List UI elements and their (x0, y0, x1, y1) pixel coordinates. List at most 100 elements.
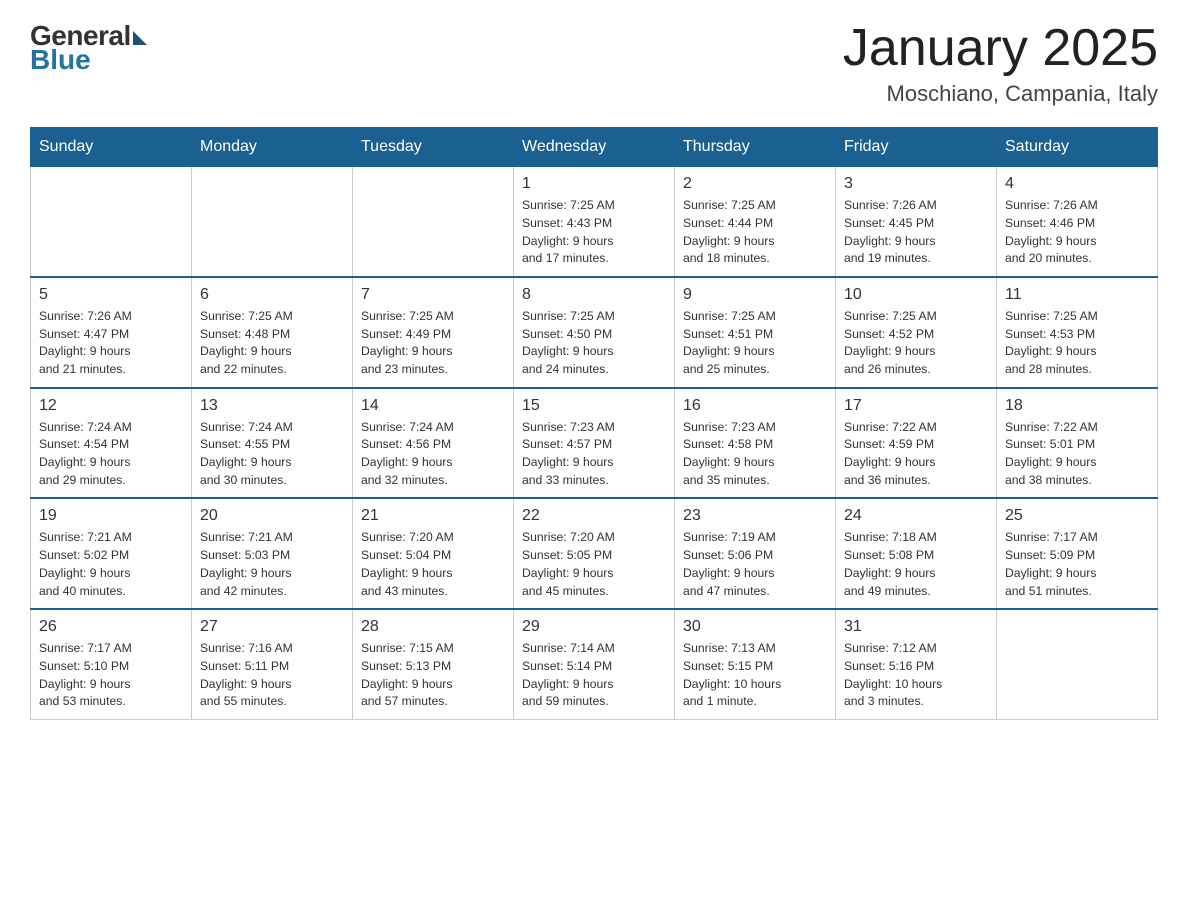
day-number: 28 (361, 618, 505, 636)
calendar-cell: 31 Sunrise: 7:12 AM Sunset: 5:16 PM Dayli… (836, 609, 997, 719)
logo: General Blue (30, 20, 147, 76)
header-sunday: Sunday (31, 128, 192, 167)
day-number: 15 (522, 397, 666, 415)
day-info: Sunrise: 7:17 AM Sunset: 5:10 PM Dayligh… (39, 640, 183, 711)
calendar-cell: 26Sunrise: 7:17 AM Sunset: 5:10 PM Dayli… (31, 609, 192, 719)
header-thursday: Thursday (675, 128, 836, 167)
calendar-cell: 9Sunrise: 7:25 AM Sunset: 4:51 PM Daylig… (675, 277, 836, 388)
day-number: 8 (522, 286, 666, 304)
logo-blue-text: Blue (30, 44, 91, 76)
day-info: Sunrise: 7:22 AM Sunset: 4:59 PM Dayligh… (844, 419, 988, 490)
day-info: Sunrise: 7:18 AM Sunset: 5:08 PM Dayligh… (844, 529, 988, 600)
calendar-cell: 20Sunrise: 7:21 AM Sunset: 5:03 PM Dayli… (192, 498, 353, 609)
day-info: Sunrise: 7:24 AM Sunset: 4:54 PM Dayligh… (39, 419, 183, 490)
day-info: Sunrise: 7:19 AM Sunset: 5:06 PM Dayligh… (683, 529, 827, 600)
day-info: Sunrise: 7:25 AM Sunset: 4:49 PM Dayligh… (361, 308, 505, 379)
calendar-cell: 30 Sunrise: 7:13 AM Sunset: 5:15 PM Dayli… (675, 609, 836, 719)
day-info: Sunrise: 7:21 AM Sunset: 5:02 PM Dayligh… (39, 529, 183, 600)
day-number: 23 (683, 507, 827, 525)
logo-arrow-icon (133, 31, 147, 45)
calendar-cell: 27 Sunrise: 7:16 AM Sunset: 5:11 PM Dayli… (192, 609, 353, 719)
day-info: Sunrise: 7:23 AM Sunset: 4:57 PM Dayligh… (522, 419, 666, 490)
day-number: 6 (200, 286, 344, 304)
day-number: 16 (683, 397, 827, 415)
calendar-week-row: 12 Sunrise: 7:24 AM Sunset: 4:54 PM Dayli… (31, 388, 1158, 499)
calendar-cell: 1 Sunrise: 7:25 AM Sunset: 4:43 PM Daylig… (514, 167, 675, 277)
day-info: Sunrise: 7:25 AM Sunset: 4:51 PM Dayligh… (683, 308, 827, 379)
calendar-cell (192, 167, 353, 277)
day-number: 10 (844, 286, 988, 304)
calendar-cell (31, 167, 192, 277)
calendar-cell: 17 Sunrise: 7:22 AM Sunset: 4:59 PM Dayli… (836, 388, 997, 499)
calendar-week-row: 5 Sunrise: 7:26 AM Sunset: 4:47 PM Daylig… (31, 277, 1158, 388)
header-friday: Friday (836, 128, 997, 167)
day-info: Sunrise: 7:25 AM Sunset: 4:53 PM Dayligh… (1005, 308, 1149, 379)
header-tuesday: Tuesday (353, 128, 514, 167)
day-info: Sunrise: 7:25 AM Sunset: 4:43 PM Dayligh… (522, 197, 666, 268)
day-number: 27 (200, 618, 344, 636)
calendar-cell: 2 Sunrise: 7:25 AM Sunset: 4:44 PM Daylig… (675, 167, 836, 277)
calendar-cell: 18Sunrise: 7:22 AM Sunset: 5:01 PM Dayli… (997, 388, 1158, 499)
day-number: 2 (683, 175, 827, 193)
calendar-cell: 19 Sunrise: 7:21 AM Sunset: 5:02 PM Dayli… (31, 498, 192, 609)
calendar-week-row: 19 Sunrise: 7:21 AM Sunset: 5:02 PM Dayli… (31, 498, 1158, 609)
calendar-cell: 5 Sunrise: 7:26 AM Sunset: 4:47 PM Daylig… (31, 277, 192, 388)
day-info: Sunrise: 7:26 AM Sunset: 4:46 PM Dayligh… (1005, 197, 1149, 268)
day-info: Sunrise: 7:26 AM Sunset: 4:45 PM Dayligh… (844, 197, 988, 268)
calendar-cell (353, 167, 514, 277)
calendar-header-row: SundayMondayTuesdayWednesdayThursdayFrid… (31, 128, 1158, 167)
day-number: 31 (844, 618, 988, 636)
day-number: 12 (39, 397, 183, 415)
calendar-cell (997, 609, 1158, 719)
day-info: Sunrise: 7:26 AM Sunset: 4:47 PM Dayligh… (39, 308, 183, 379)
header-monday: Monday (192, 128, 353, 167)
calendar-cell: 25Sunrise: 7:17 AM Sunset: 5:09 PM Dayli… (997, 498, 1158, 609)
calendar-cell: 13Sunrise: 7:24 AM Sunset: 4:55 PM Dayli… (192, 388, 353, 499)
calendar-cell: 21Sunrise: 7:20 AM Sunset: 5:04 PM Dayli… (353, 498, 514, 609)
calendar-cell: 12 Sunrise: 7:24 AM Sunset: 4:54 PM Dayli… (31, 388, 192, 499)
day-number: 21 (361, 507, 505, 525)
calendar-cell: 16 Sunrise: 7:23 AM Sunset: 4:58 PM Dayli… (675, 388, 836, 499)
day-number: 17 (844, 397, 988, 415)
day-info: Sunrise: 7:13 AM Sunset: 5:15 PM Dayligh… (683, 640, 827, 711)
day-number: 5 (39, 286, 183, 304)
month-title: January 2025 (843, 20, 1158, 77)
day-number: 19 (39, 507, 183, 525)
calendar-week-row: 26Sunrise: 7:17 AM Sunset: 5:10 PM Dayli… (31, 609, 1158, 719)
calendar-cell: 6 Sunrise: 7:25 AM Sunset: 4:48 PM Daylig… (192, 277, 353, 388)
day-info: Sunrise: 7:25 AM Sunset: 4:44 PM Dayligh… (683, 197, 827, 268)
calendar-cell: 7Sunrise: 7:25 AM Sunset: 4:49 PM Daylig… (353, 277, 514, 388)
calendar-cell: 3 Sunrise: 7:26 AM Sunset: 4:45 PM Daylig… (836, 167, 997, 277)
day-number: 14 (361, 397, 505, 415)
day-info: Sunrise: 7:25 AM Sunset: 4:50 PM Dayligh… (522, 308, 666, 379)
calendar-cell: 10 Sunrise: 7:25 AM Sunset: 4:52 PM Dayli… (836, 277, 997, 388)
day-info: Sunrise: 7:25 AM Sunset: 4:48 PM Dayligh… (200, 308, 344, 379)
day-number: 29 (522, 618, 666, 636)
calendar-cell: 8 Sunrise: 7:25 AM Sunset: 4:50 PM Daylig… (514, 277, 675, 388)
day-info: Sunrise: 7:24 AM Sunset: 4:55 PM Dayligh… (200, 419, 344, 490)
calendar-cell: 15 Sunrise: 7:23 AM Sunset: 4:57 PM Dayli… (514, 388, 675, 499)
day-number: 3 (844, 175, 988, 193)
calendar-cell: 11 Sunrise: 7:25 AM Sunset: 4:53 PM Dayli… (997, 277, 1158, 388)
day-info: Sunrise: 7:23 AM Sunset: 4:58 PM Dayligh… (683, 419, 827, 490)
header-saturday: Saturday (997, 128, 1158, 167)
day-info: Sunrise: 7:16 AM Sunset: 5:11 PM Dayligh… (200, 640, 344, 711)
day-number: 24 (844, 507, 988, 525)
day-info: Sunrise: 7:24 AM Sunset: 4:56 PM Dayligh… (361, 419, 505, 490)
calendar-cell: 23 Sunrise: 7:19 AM Sunset: 5:06 PM Dayli… (675, 498, 836, 609)
calendar-cell: 24 Sunrise: 7:18 AM Sunset: 5:08 PM Dayli… (836, 498, 997, 609)
calendar-week-row: 1 Sunrise: 7:25 AM Sunset: 4:43 PM Daylig… (31, 167, 1158, 277)
calendar-cell: 4Sunrise: 7:26 AM Sunset: 4:46 PM Daylig… (997, 167, 1158, 277)
day-number: 22 (522, 507, 666, 525)
day-number: 18 (1005, 397, 1149, 415)
header-wednesday: Wednesday (514, 128, 675, 167)
day-info: Sunrise: 7:12 AM Sunset: 5:16 PM Dayligh… (844, 640, 988, 711)
day-number: 1 (522, 175, 666, 193)
day-info: Sunrise: 7:25 AM Sunset: 4:52 PM Dayligh… (844, 308, 988, 379)
calendar-cell: 29 Sunrise: 7:14 AM Sunset: 5:14 PM Dayli… (514, 609, 675, 719)
location-title: Moschiano, Campania, Italy (843, 81, 1158, 107)
calendar-cell: 22Sunrise: 7:20 AM Sunset: 5:05 PM Dayli… (514, 498, 675, 609)
day-number: 30 (683, 618, 827, 636)
day-number: 11 (1005, 286, 1149, 304)
day-info: Sunrise: 7:14 AM Sunset: 5:14 PM Dayligh… (522, 640, 666, 711)
